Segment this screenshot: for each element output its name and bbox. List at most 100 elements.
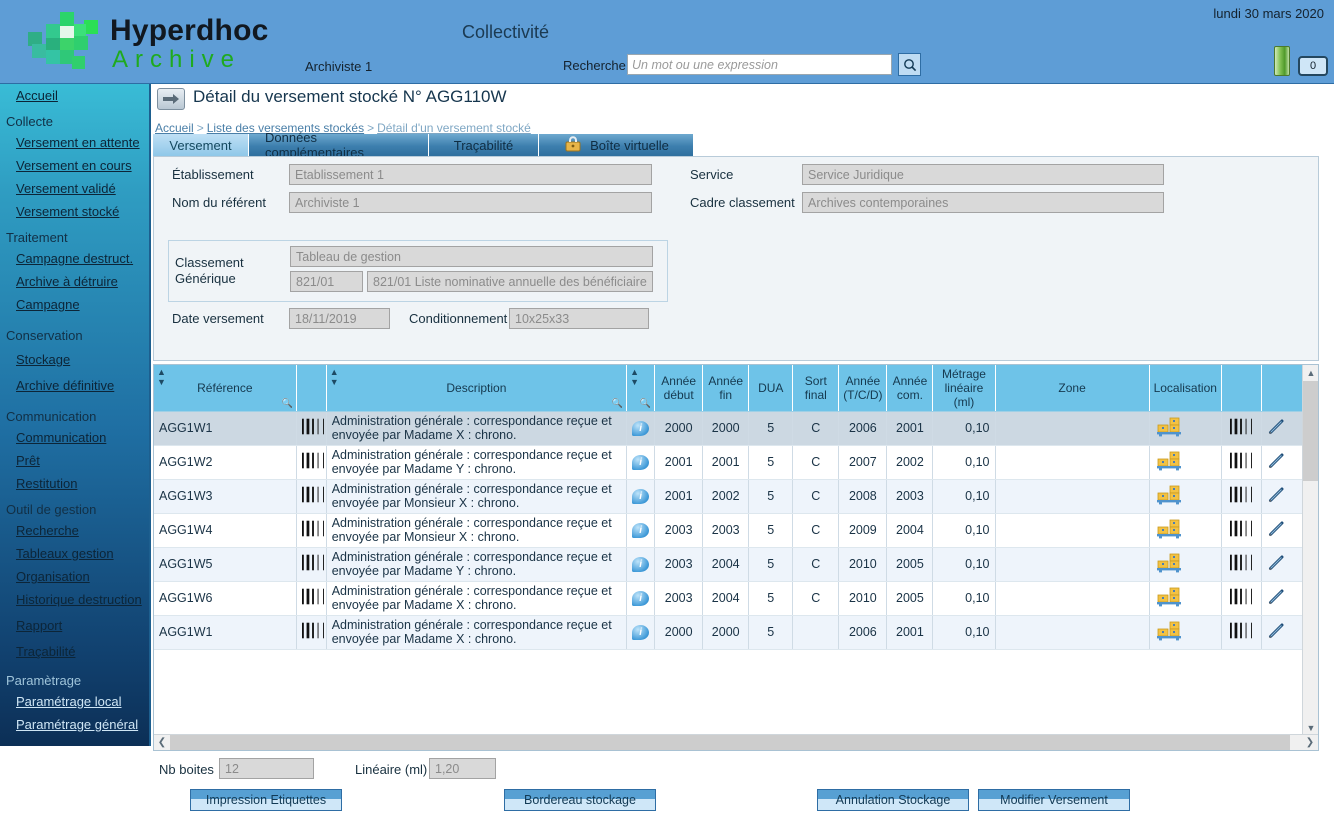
info-icon[interactable]: i (632, 488, 650, 504)
sidebar-item-versement-en-cours[interactable]: Versement en cours (0, 154, 149, 177)
cell-barcode-action[interactable] (1221, 411, 1262, 446)
sidebar-item-versement-en-attente[interactable]: Versement en attente (0, 131, 149, 154)
col-header-description[interactable]: ▲ ▼ Description 🔍 (326, 365, 628, 412)
cell-localisation[interactable] (1149, 615, 1222, 650)
cell-barcode[interactable] (296, 513, 327, 548)
info-icon[interactable]: i (632, 420, 650, 436)
cell-info[interactable]: i (626, 513, 656, 548)
col-header-dua[interactable]: DUA (748, 365, 794, 412)
cell-localisation[interactable] (1149, 581, 1222, 616)
conditionnement-field[interactable] (509, 308, 649, 329)
cell-edit-action[interactable] (1261, 513, 1305, 548)
col-header-sort-final[interactable]: Sort final (792, 365, 840, 412)
tab-boite-virtuelle[interactable]: Boîte virtuelle (539, 134, 694, 156)
lineaire-field[interactable] (429, 758, 496, 779)
table-row[interactable]: AGG1W4 Administration générale : correspo… (154, 513, 1305, 548)
cell-edit-action[interactable] (1261, 615, 1305, 650)
tab-versement[interactable]: Versement (153, 134, 249, 156)
cell-barcode-action[interactable] (1221, 445, 1262, 480)
col-header-info[interactable]: ▲ ▼ 🔍 (626, 365, 656, 412)
cell-barcode[interactable] (296, 547, 327, 582)
table-row[interactable]: AGG1W2 Administration générale : correspo… (154, 445, 1305, 480)
date-versement-field[interactable] (289, 308, 390, 329)
table-horizontal-scrollbar[interactable]: ❮ ❯ (154, 734, 1318, 750)
sidebar-item-organisation[interactable]: Organisation (0, 565, 149, 588)
cell-edit-action[interactable] (1261, 581, 1305, 616)
search-input[interactable] (627, 54, 892, 75)
etablissement-field[interactable] (289, 164, 652, 185)
cell-localisation[interactable] (1149, 479, 1222, 514)
cell-info[interactable]: i (626, 615, 656, 650)
cell-barcode-action[interactable] (1221, 581, 1262, 616)
cell-info[interactable]: i (626, 479, 656, 514)
column-search-icon-description[interactable]: 🔍 (612, 398, 623, 409)
tab-donnees-complementaires[interactable]: Données complémentaires (249, 130, 429, 160)
sort-icon[interactable]: ▲ ▼ (157, 367, 166, 387)
col-header-localisation[interactable]: Localisation (1149, 365, 1222, 412)
cell-edit-action[interactable] (1261, 547, 1305, 582)
col-header-annee-debut[interactable]: Année début (654, 365, 704, 412)
table-row[interactable]: AGG1W1 Administration générale : correspo… (154, 615, 1305, 650)
annulation-stockage-button[interactable]: Annulation Stockage (817, 789, 969, 811)
sidebar-item-historique-destruction[interactable]: Historique destruction (0, 588, 149, 611)
col-header-reference[interactable]: ▲ ▼ Référence 🔍 (154, 365, 297, 412)
col-header-metrage[interactable]: Métrage linéaire (ml) (932, 365, 996, 412)
cell-barcode[interactable] (296, 479, 327, 514)
sort-icon-info[interactable]: ▲ ▼ (630, 367, 639, 387)
cell-edit-action[interactable] (1261, 411, 1305, 446)
cell-info[interactable]: i (626, 581, 656, 616)
cell-localisation[interactable] (1149, 445, 1222, 480)
back-icon[interactable] (157, 88, 185, 110)
cell-localisation[interactable] (1149, 513, 1222, 548)
col-header-annee-com[interactable]: Année com. (886, 365, 934, 412)
service-field[interactable] (802, 164, 1164, 185)
sidebar-item-pret[interactable]: Prêt (0, 449, 149, 472)
scroll-right-arrow[interactable]: ❯ (1302, 735, 1318, 750)
col-header-annee-tcd[interactable]: Année (T/C/D) (838, 365, 888, 412)
modifier-versement-button[interactable]: Modifier Versement (978, 789, 1130, 811)
info-icon[interactable]: i (632, 454, 650, 470)
table-row[interactable]: AGG1W6 Administration générale : correspo… (154, 581, 1305, 616)
cell-edit-action[interactable] (1261, 445, 1305, 480)
scroll-left-arrow[interactable]: ❮ (154, 735, 170, 750)
sidebar-item-parametrage-general[interactable]: Paramétrage général (0, 713, 149, 736)
cell-edit-action[interactable] (1261, 479, 1305, 514)
cell-info[interactable]: i (626, 547, 656, 582)
sidebar-item-stockage[interactable]: Stockage (0, 345, 149, 371)
classement-generique-field[interactable] (290, 246, 653, 267)
cell-barcode[interactable] (296, 411, 327, 446)
table-row[interactable]: AGG1W1 Administration générale : correspo… (154, 411, 1305, 446)
sidebar-item-rapport[interactable]: Rapport (0, 611, 149, 637)
sidebar-item-tableaux-gestion[interactable]: Tableaux gestion (0, 542, 149, 565)
sidebar-item-recherche[interactable]: Recherche (0, 519, 149, 542)
cell-localisation[interactable] (1149, 547, 1222, 582)
cell-barcode[interactable] (296, 581, 327, 616)
info-icon[interactable]: i (632, 522, 650, 538)
table-vertical-scrollbar[interactable]: ▲ ▼ (1302, 365, 1318, 736)
col-header-annee-fin[interactable]: Année fin (702, 365, 750, 412)
cell-barcode-action[interactable] (1221, 547, 1262, 582)
sidebar-item-campagne-destruct[interactable]: Campagne destruct. (0, 247, 149, 270)
nb-boites-field[interactable] (219, 758, 314, 779)
cell-localisation[interactable] (1149, 411, 1222, 446)
vertical-scroll-thumb[interactable] (1303, 381, 1318, 481)
sidebar-item-versement-stocke[interactable]: Versement stocké (0, 200, 149, 223)
tab-tracabilite[interactable]: Traçabilité (429, 134, 539, 156)
table-row[interactable]: AGG1W5 Administration générale : correspo… (154, 547, 1305, 582)
column-search-icon[interactable]: 🔍 (281, 398, 292, 409)
sidebar-item-tracabilite[interactable]: Traçabilité (0, 637, 149, 663)
sidebar-item-versement-valide[interactable]: Versement validé (0, 177, 149, 200)
column-search-icon-info[interactable]: 🔍 (640, 398, 651, 409)
sort-icon-description[interactable]: ▲ ▼ (330, 367, 339, 387)
basket-counter-badge[interactable]: 0 (1298, 56, 1328, 76)
horizontal-scroll-thumb[interactable] (170, 735, 1290, 750)
sidebar-item-restitution[interactable]: Restitution (0, 472, 149, 495)
search-button[interactable] (898, 53, 921, 76)
sidebar-item-campagne[interactable]: Campagne (0, 293, 149, 316)
cell-barcode-action[interactable] (1221, 513, 1262, 548)
impression-etiquettes-button[interactable]: Impression Etiquettes (190, 789, 342, 811)
sidebar-item-archive-definitive[interactable]: Archive définitive (0, 371, 149, 397)
cell-barcode-action[interactable] (1221, 615, 1262, 650)
col-header-zone[interactable]: Zone (995, 365, 1150, 412)
sidebar-item-parametrage-local[interactable]: Paramétrage local (0, 690, 149, 713)
